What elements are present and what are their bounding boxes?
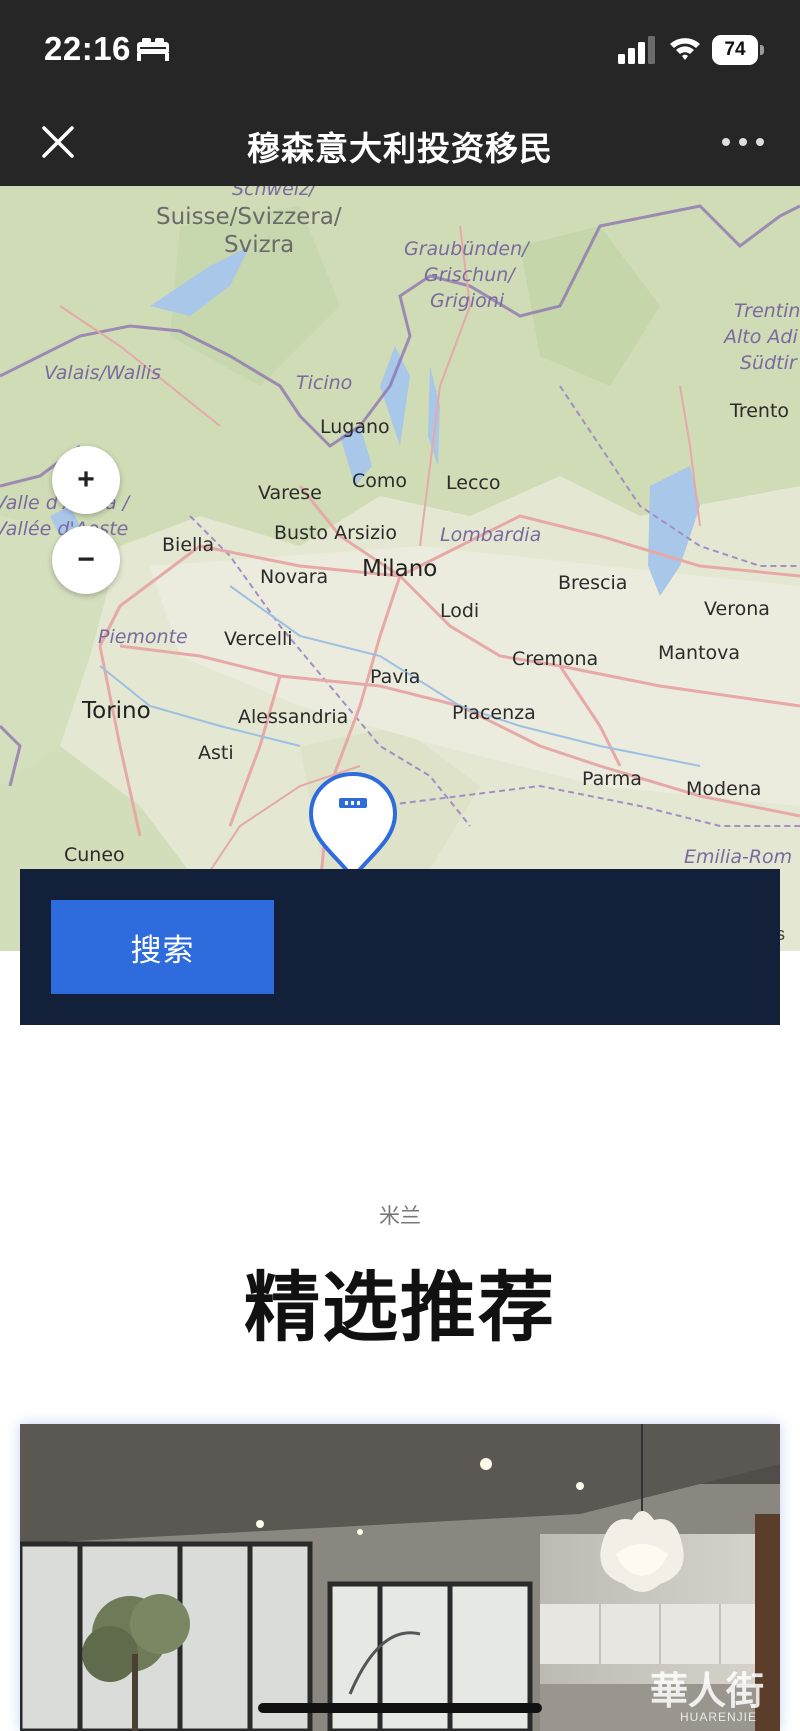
map-label-grigioni: Grigioni (430, 290, 505, 312)
map-label-lodi: Lodi (440, 600, 480, 622)
search-button[interactable]: 搜索 (51, 900, 274, 994)
map-label-valais: Valais/Wallis (44, 362, 162, 384)
title-bar: 穆森意大利投资移民 (0, 100, 800, 186)
map-label-verona: Verona (704, 598, 770, 620)
battery-icon: 74 (712, 35, 764, 65)
map-label-milano: Milano (362, 556, 438, 582)
map-label-graubunden: Graubünden/ (404, 238, 529, 260)
map-label-alto-adige: Alto Adi (724, 326, 798, 348)
map-label-asti: Asti (198, 742, 234, 764)
home-indicator (258, 1703, 542, 1713)
more-icon[interactable] (720, 130, 766, 154)
search-panel: 搜索 (20, 869, 780, 1025)
map-label-torino: Torino (82, 698, 151, 724)
battery-level: 74 (712, 35, 758, 65)
map-label-cremona: Cremona (512, 648, 599, 670)
map-label-suisse: Suisse/Svizzera/ (156, 204, 342, 230)
map-view[interactable]: Schweiz/ Suisse/Svizzera/ Svizra Graubün… (0, 186, 800, 951)
watermark-subtext: HUARENJIE (680, 1710, 758, 1724)
status-bar: 22:16 74 (0, 0, 800, 100)
cellular-signal-icon (618, 36, 655, 64)
map-label-vercelli: Vercelli (224, 628, 293, 650)
map-label-alessandria: Alessandria (238, 706, 349, 728)
map-label-ticino: Ticino (296, 372, 353, 394)
map-label-trento: Trento (730, 400, 790, 422)
battery-cap (760, 45, 764, 55)
section-subtitle: 米兰 (379, 1205, 421, 1228)
wifi-icon (670, 38, 700, 60)
map-label-grischun: Grischun/ (424, 264, 515, 286)
map-label-svizra: Svizra (224, 232, 295, 258)
map-label-sudtirol: Südtir (740, 352, 797, 374)
map-label-lombardia: Lombardia (440, 524, 542, 546)
map-label-lugano: Lugano (320, 416, 390, 438)
page-title: 穆森意大利投资移民 (247, 130, 553, 167)
sleep-mode-icon (137, 38, 169, 61)
zoom-in-button[interactable]: + (52, 446, 120, 514)
map-label-varese: Varese (258, 482, 322, 504)
map-label-pavia: Pavia (370, 666, 421, 688)
map-label-schweiz: Schweiz/ (232, 186, 316, 200)
map-label-cuneo: Cuneo (64, 844, 125, 866)
map-label-mantova: Mantova (658, 642, 741, 664)
map-label-trentino: Trentin (734, 300, 800, 322)
map-label-parma: Parma (582, 768, 642, 790)
map-label-novara: Novara (260, 566, 329, 588)
location-pin-icon[interactable] (305, 770, 401, 880)
map-label-piemonte: Piemonte (98, 626, 188, 648)
map-label-biella: Biella (162, 534, 215, 556)
map-label-busto-arsizio: Busto Arsizio (274, 522, 397, 544)
map-label-lecco: Lecco (446, 472, 501, 494)
map-label-emilia-romagna: Emilia-Rom (684, 846, 793, 868)
zoom-out-button[interactable]: − (52, 526, 120, 594)
map-label-como: Como (352, 470, 408, 492)
map-label-brescia: Brescia (558, 572, 628, 594)
section-title: 精选推荐 (244, 1266, 556, 1351)
watermark-logo: 華人街 (650, 1668, 765, 1713)
map-label-piacenza: Piacenza (452, 702, 536, 724)
map-label-modena: Modena (686, 778, 762, 800)
status-time: 22:16 (44, 30, 131, 67)
